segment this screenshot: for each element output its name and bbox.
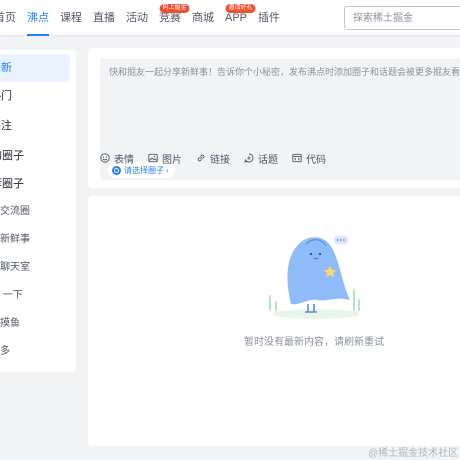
composer-toolbar: 表情 图片 链接 # 话题 代码 [100,150,340,166]
nav-item-home[interactable]: 首页 [0,0,16,36]
sidebar-item-learned-today[interactable]: 今天学到了什么 一下 [0,282,70,310]
nav-item-live[interactable]: 直播 [93,0,115,36]
pin-textarea-placeholder: 快和掘友一起分享新鲜事！告诉你个小秘密，发布沸点时添加圈子和话题会被更多掘友看到 [109,67,460,77]
sidebar-item-daily-news[interactable]: 每日新鲜事 [0,226,70,254]
sidebar-item-latest[interactable]: 最新 [0,54,70,82]
code-icon [292,153,302,163]
image-label: 图片 [162,154,182,166]
sidebar-item-following[interactable]: 关注 [0,112,70,140]
nav-item-label: 沸点 [27,12,49,24]
link-icon [197,154,205,162]
nav-item-label: 商城 [192,12,214,24]
search-box [344,6,460,30]
top-navbar: 首页 沸点 课程 直播 活动 竞赛 码上掘金 商城 APP 邀请好礼 插件 [0,0,460,36]
select-circle-label: 请选择圈子 [124,165,164,175]
topic-label: 话题 [258,154,278,166]
svg-text:#: # [247,156,251,162]
circle-icon [112,165,121,175]
code-label: 代码 [306,154,326,166]
nav-item-plugin[interactable]: 插件 [258,0,280,36]
sidebar-item-label: 推荐圈子 [0,178,24,190]
main-nav: 首页 沸点 课程 直播 活动 竞赛 码上掘金 商城 APP 邀请好礼 插件 [0,0,291,36]
sidebar-item-hot[interactable]: 热门 [0,82,70,110]
sidebar-item-label: 上班聊天室 [0,262,30,273]
nav-item-pins[interactable]: 沸点 [27,0,49,36]
pin-feed [88,196,460,446]
nav-badge: 邀请好礼 [225,4,256,13]
watermark-text: @稀土掘金技术社区 [368,448,459,459]
sidebar-item-label: 最新 [0,62,12,74]
sidebar-item-my-circles[interactable]: 我的圈子 [0,142,70,170]
chevron-right-icon: › [166,165,169,175]
nav-item-shop[interactable]: 商城 [192,0,214,36]
sidebar-item-label: 上班摸鱼 [0,318,20,329]
sidebar-item-tech-circle[interactable]: 技术交流圈 [0,198,70,226]
search-input[interactable] [345,7,460,29]
emoji-button[interactable]: 表情 [100,151,134,166]
nav-item-label: APP [225,12,248,24]
link-button[interactable]: 链接 [196,151,230,166]
nav-item-courses[interactable]: 课程 [60,0,82,36]
topic-button[interactable]: # 话题 [244,151,278,166]
sidebar-item-recommended-circles[interactable]: 推荐圈子 [0,170,70,198]
sidebar-item-label: 热门 [0,90,12,102]
sidebar-item-label: 技术交流圈 [0,206,30,217]
nav-item-label: 竞赛 [159,12,181,24]
image-button[interactable]: 图片 [148,151,182,166]
pin-composer: 快和掘友一起分享新鲜事！告诉你个小秘密，发布沸点时添加圈子和话题会被更多掘友看到… [88,48,460,188]
empty-state-message: 暂时没有最新内容，请刷新重试 [244,337,384,348]
sidebar: 最新 热门 关注 我的圈子 推荐圈子 技术交流圈 每日新鲜事 上班聊天室 今天学… [0,50,76,372]
nav-item-contest[interactable]: 竞赛 码上掘金 [159,0,190,36]
nav-item-events[interactable]: 活动 [126,0,148,36]
code-button[interactable]: 代码 [292,151,326,166]
sidebar-item-label: 我的圈子 [0,150,24,162]
nav-item-label: 插件 [258,12,281,24]
image-icon [148,153,158,163]
sidebar-item-label: 关注 [0,120,12,132]
sidebar-item-label: 更多 [0,346,10,357]
emoji-label: 表情 [114,154,134,166]
sidebar-item-label: 每日新鲜事 [0,234,30,245]
nav-item-label: 课程 [60,12,82,24]
nav-item-label: 首页 [0,12,16,24]
sidebar-item-label: 今天学到了什么 一下 [0,290,23,301]
sidebar-item-slacking[interactable]: 上班摸鱼 [0,310,70,338]
nav-badge: 码上掘金 [159,4,190,13]
nav-item-app[interactable]: APP 邀请好礼 [225,0,256,36]
empty-ghost-illustration [269,236,360,319]
nav-item-label: 活动 [126,12,148,24]
sidebar-item-chat-room[interactable]: 上班聊天室 [0,254,70,282]
link-label: 链接 [210,154,230,166]
smile-icon [100,153,110,163]
sidebar-item-more[interactable]: 更多 [0,338,70,366]
nav-item-label: 直播 [93,12,115,24]
topic-icon: # [244,153,254,163]
